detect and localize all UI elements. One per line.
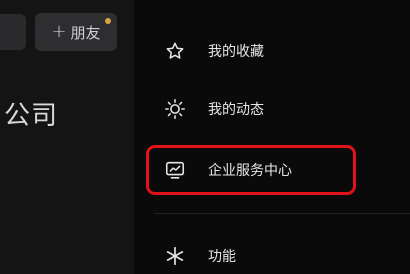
menu-item-functions[interactable]: 功能 xyxy=(134,236,410,274)
background-app-pane: + 朋友 公司 xyxy=(0,0,134,274)
star-icon xyxy=(164,40,186,62)
search-bar-stub[interactable] xyxy=(0,14,26,50)
notification-dot xyxy=(105,18,111,24)
red-highlight-annotation xyxy=(146,145,356,195)
menu-divider xyxy=(154,213,410,214)
add-friend-label: 朋友 xyxy=(70,23,101,42)
sun-icon xyxy=(164,98,186,120)
plus-icon: + xyxy=(51,21,67,42)
menu-item-label: 我的收藏 xyxy=(208,44,264,60)
menu-item-label: 我的动态 xyxy=(208,102,264,118)
company-name-fragment: 公司 xyxy=(4,101,59,131)
screen: + 朋友 公司 我的收藏 我的动态 企业服务中心 功能 xyxy=(0,0,410,274)
menu-item-label: 功能 xyxy=(208,249,236,265)
side-drawer-menu: 我的收藏 我的动态 企业服务中心 功能 xyxy=(134,0,410,274)
asterisk-icon xyxy=(164,245,186,267)
add-friend-button[interactable]: + 朋友 xyxy=(35,13,117,51)
menu-item-my-moments[interactable]: 我的动态 xyxy=(134,89,410,129)
menu-item-favorites[interactable]: 我的收藏 xyxy=(134,31,410,71)
